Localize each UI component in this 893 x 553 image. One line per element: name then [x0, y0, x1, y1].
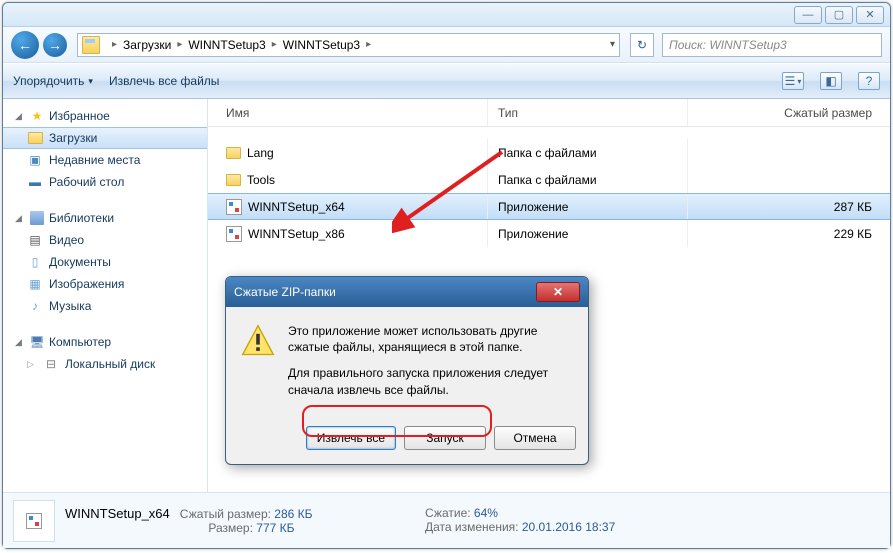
collapse-icon: ◢ [15, 213, 25, 224]
picture-icon: ▦ [27, 276, 43, 292]
window-close-button[interactable]: ✕ [856, 6, 884, 24]
computer-icon: 🖥 [29, 334, 45, 350]
sidebar-item-recent[interactable]: ▣ Недавние места [3, 149, 207, 171]
zip-dialog: Сжатые ZIP-папки ✕ Это приложение может … [225, 276, 589, 465]
file-name: WINNTSetup_x86 [248, 227, 345, 241]
breadcrumb-item[interactable]: WINNTSetup3 [188, 38, 265, 52]
sidebar-section-libraries[interactable]: ◢ Библиотеки [3, 207, 207, 229]
column-type[interactable]: Тип [488, 99, 688, 126]
file-size [688, 139, 890, 166]
sidebar-item-desktop[interactable]: ▬ Рабочий стол [3, 171, 207, 193]
recent-icon: ▣ [27, 152, 43, 168]
sidebar-section-computer[interactable]: ◢ 🖥 Компьютер [3, 331, 207, 353]
breadcrumb-item[interactable]: Загрузки [123, 38, 171, 52]
extract-all-button[interactable]: Извлечь все файлы [109, 74, 219, 88]
cancel-button[interactable]: Отмена [494, 426, 576, 450]
desktop-icon: ▬ [27, 174, 43, 190]
file-type: Приложение [488, 194, 688, 219]
document-icon: ▯ [27, 254, 43, 270]
file-name: Tools [247, 173, 275, 187]
libraries-icon [29, 210, 45, 226]
sidebar-item-documents[interactable]: ▯ Документы [3, 251, 207, 273]
chevron-right-icon[interactable]: ▸ [171, 39, 188, 50]
dialog-close-button[interactable]: ✕ [536, 282, 580, 302]
folder-icon [82, 36, 100, 54]
extract-all-dialog-button[interactable]: Извлечь все [306, 426, 396, 450]
collapse-icon: ◢ [15, 337, 25, 348]
back-button[interactable]: ← [11, 31, 39, 59]
forward-button[interactable]: → [43, 33, 67, 57]
file-name: Lang [247, 146, 274, 160]
dialog-title: Сжатые ZIP-папки [234, 285, 536, 299]
dialog-message-1: Это приложение может использовать другие… [288, 323, 574, 355]
maximize-button[interactable]: ▢ [825, 6, 853, 24]
search-input[interactable]: Поиск: WINNTSetup3 [662, 33, 882, 57]
file-thumbnail [13, 500, 55, 542]
refresh-button[interactable]: ↻ [630, 33, 654, 57]
chevron-right-icon[interactable]: ▸ [360, 39, 377, 50]
chevron-right-icon[interactable]: ▸ [266, 39, 283, 50]
application-icon [226, 226, 242, 242]
titlebar: — ▢ ✕ [3, 3, 890, 27]
video-icon: ▤ [27, 232, 43, 248]
minimize-button[interactable]: — [794, 6, 822, 24]
file-type: Папка с файлами [488, 139, 688, 166]
star-icon: ★ [29, 108, 45, 124]
disk-icon: ⊟ [43, 356, 59, 372]
column-name[interactable]: Имя [208, 99, 488, 126]
file-type: Папка с файлами [488, 166, 688, 193]
preview-pane-button[interactable]: ◧ [820, 72, 842, 90]
breadcrumb-item[interactable]: WINNTSetup3 [283, 38, 360, 52]
file-size: 229 КБ [688, 220, 890, 247]
address-bar[interactable]: ▸ Загрузки ▸ WINNTSetup3 ▸ WINNTSetup3 ▸… [77, 33, 620, 57]
run-button[interactable]: Запуск [404, 426, 486, 450]
navbar: ← → ▸ Загрузки ▸ WINNTSetup3 ▸ WINNTSetu… [3, 27, 890, 63]
file-size [688, 166, 890, 193]
file-row[interactable]: Lang Папка с файлами [208, 139, 890, 166]
sidebar: ◢ ★ Избранное Загрузки ▣ Недавние места … [3, 99, 208, 492]
expand-icon: ▷ [27, 359, 37, 370]
chevron-down-icon[interactable]: ▾ [610, 39, 615, 50]
view-options-button[interactable]: ☰▾ [782, 72, 804, 90]
chevron-right-icon[interactable]: ▸ [106, 39, 123, 50]
search-placeholder: Поиск: WINNTSetup3 [669, 38, 787, 52]
column-headers: Имя Тип Сжатый размер [208, 99, 890, 127]
sidebar-item-downloads[interactable]: Загрузки [3, 127, 207, 149]
file-size: 287 КБ [688, 194, 890, 219]
file-row[interactable]: WINNTSetup_x86 Приложение229 КБ [208, 220, 890, 247]
folder-icon [226, 147, 241, 159]
file-type: Приложение [488, 220, 688, 247]
organize-button[interactable]: Упорядочить ▾ [13, 74, 93, 88]
file-row[interactable]: WINNTSetup_x64 Приложение287 КБ [208, 193, 890, 220]
music-icon: ♪ [27, 298, 43, 314]
sidebar-item-videos[interactable]: ▤ Видео [3, 229, 207, 251]
application-icon [226, 199, 242, 215]
sidebar-item-pictures[interactable]: ▦ Изображения [3, 273, 207, 295]
dialog-message-2: Для правильного запуска приложения следу… [288, 365, 574, 397]
collapse-icon: ◢ [15, 111, 25, 122]
folder-icon [226, 174, 241, 186]
details-pane: WINNTSetup_x64 Сжатый размер: 286 КБ Раз… [3, 492, 890, 548]
chevron-down-icon: ▾ [88, 76, 93, 87]
warning-icon [240, 323, 276, 359]
details-filename: WINNTSetup_x64 [65, 506, 170, 521]
folder-icon [28, 132, 43, 144]
toolbar: Упорядочить ▾ Извлечь все файлы ☰▾ ◧ ? [3, 63, 890, 99]
sidebar-item-localdisk[interactable]: ▷ ⊟ Локальный диск [3, 353, 207, 375]
column-size[interactable]: Сжатый размер [688, 99, 890, 126]
file-row[interactable]: Tools Папка с файлами [208, 166, 890, 193]
file-name: WINNTSetup_x64 [248, 200, 345, 214]
dialog-titlebar[interactable]: Сжатые ZIP-папки ✕ [226, 277, 588, 307]
sidebar-item-music[interactable]: ♪ Музыка [3, 295, 207, 317]
help-button[interactable]: ? [858, 72, 880, 90]
sidebar-section-favorites[interactable]: ◢ ★ Избранное [3, 105, 207, 127]
